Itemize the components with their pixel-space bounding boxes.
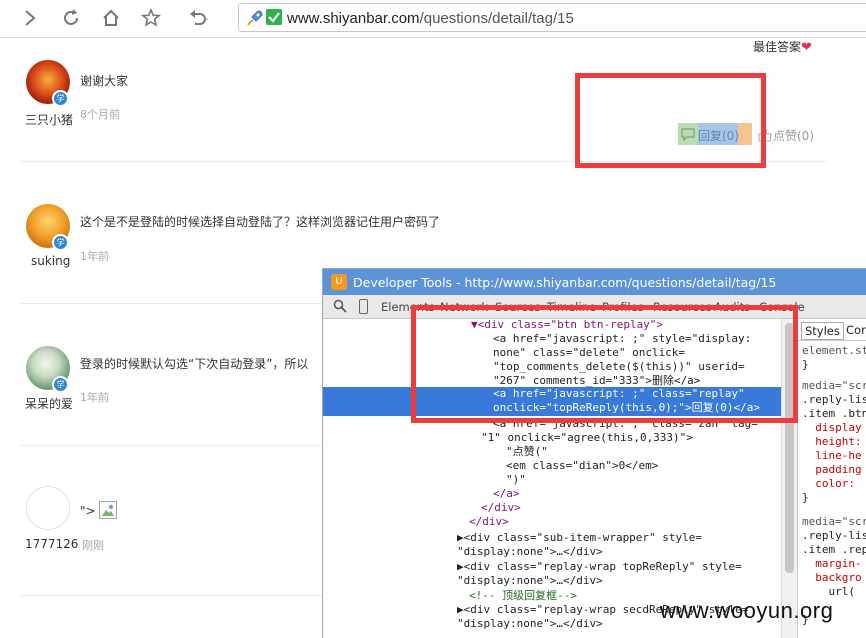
username[interactable]: 三只小猪 bbox=[25, 111, 73, 128]
search-icon[interactable] bbox=[333, 299, 347, 316]
comment-time: 1年前 bbox=[80, 391, 109, 404]
comment-time: 刚刚 bbox=[82, 539, 104, 552]
code-line[interactable]: </a> bbox=[493, 487, 520, 501]
reload-icon[interactable] bbox=[57, 4, 85, 32]
url-text: www.shiyanbar.com/questions/detail/tag/1… bbox=[287, 10, 574, 27]
student-badge: 学 bbox=[52, 90, 69, 107]
undo-icon[interactable] bbox=[185, 4, 213, 32]
student-badge: 学 bbox=[52, 234, 69, 251]
tab-styles[interactable]: Styles bbox=[801, 322, 844, 340]
rocket-icon bbox=[246, 9, 264, 30]
highlight-box-devtools bbox=[411, 305, 798, 423]
code-line[interactable]: "点赞(" bbox=[506, 445, 548, 459]
username[interactable]: 1777126 bbox=[25, 537, 78, 551]
comment-text: 登录的时候默认勾选“下次自动登录”，所以 bbox=[80, 357, 309, 371]
broken-image-icon bbox=[99, 501, 118, 519]
styles-panel: Styles Cor element.st } media="scr .repl… bbox=[797, 319, 866, 638]
comment-time: 8个月前 bbox=[80, 108, 120, 121]
code-line[interactable]: "display:none">…</div> bbox=[457, 574, 603, 588]
device-icon[interactable] bbox=[359, 299, 368, 314]
code-line[interactable]: "display:none">…</div> bbox=[457, 545, 603, 559]
code-line[interactable]: ")" bbox=[506, 473, 526, 487]
comment-text: 谢谢大家 bbox=[80, 74, 129, 88]
code-line[interactable]: ▶<div class="sub-item-wrapper" style= bbox=[457, 531, 702, 545]
comment-text: "> bbox=[80, 501, 118, 519]
avatar[interactable] bbox=[26, 486, 70, 530]
code-line[interactable]: </div> bbox=[469, 515, 509, 529]
comment-text: 这个是不是登陆的时候选择自动登陆了？这样浏览器记住用户密码了 bbox=[80, 215, 441, 229]
code-comment[interactable]: <!-- 顶级回复框--> bbox=[469, 589, 577, 603]
comment-time: 1年前 bbox=[80, 250, 109, 263]
address-bar[interactable]: www.shiyanbar.com/questions/detail/tag/1… bbox=[238, 3, 866, 32]
browser-toolbar: www.shiyanbar.com/questions/detail/tag/1… bbox=[0, 0, 866, 38]
home-icon[interactable] bbox=[97, 4, 125, 32]
code-line[interactable]: <em class="dian">0</em> bbox=[506, 459, 658, 473]
code-line[interactable]: "1" onclick="agree(this,0,333)"> bbox=[481, 431, 693, 445]
code-line[interactable]: ▶<div class="replay-wrap topReReply" sty… bbox=[457, 560, 742, 574]
student-badge: 学 bbox=[52, 376, 69, 393]
secure-check-icon bbox=[266, 9, 282, 25]
forward-icon[interactable] bbox=[16, 4, 44, 32]
watermark: www.wooyun.org bbox=[660, 598, 834, 623]
uc-browser-icon: U bbox=[331, 274, 347, 290]
username[interactable]: 呆呆的爱 bbox=[25, 395, 73, 412]
devtools-titlebar: U Developer Tools - http://www.shiyanbar… bbox=[323, 269, 866, 295]
username[interactable]: suking bbox=[31, 254, 70, 268]
code-line[interactable]: </div> bbox=[481, 501, 521, 515]
highlight-box-page bbox=[575, 73, 766, 168]
bookmark-star-icon[interactable] bbox=[137, 4, 165, 32]
code-line[interactable]: "display:none">…</div> bbox=[457, 617, 603, 631]
tab-computed[interactable]: Cor bbox=[846, 323, 866, 337]
